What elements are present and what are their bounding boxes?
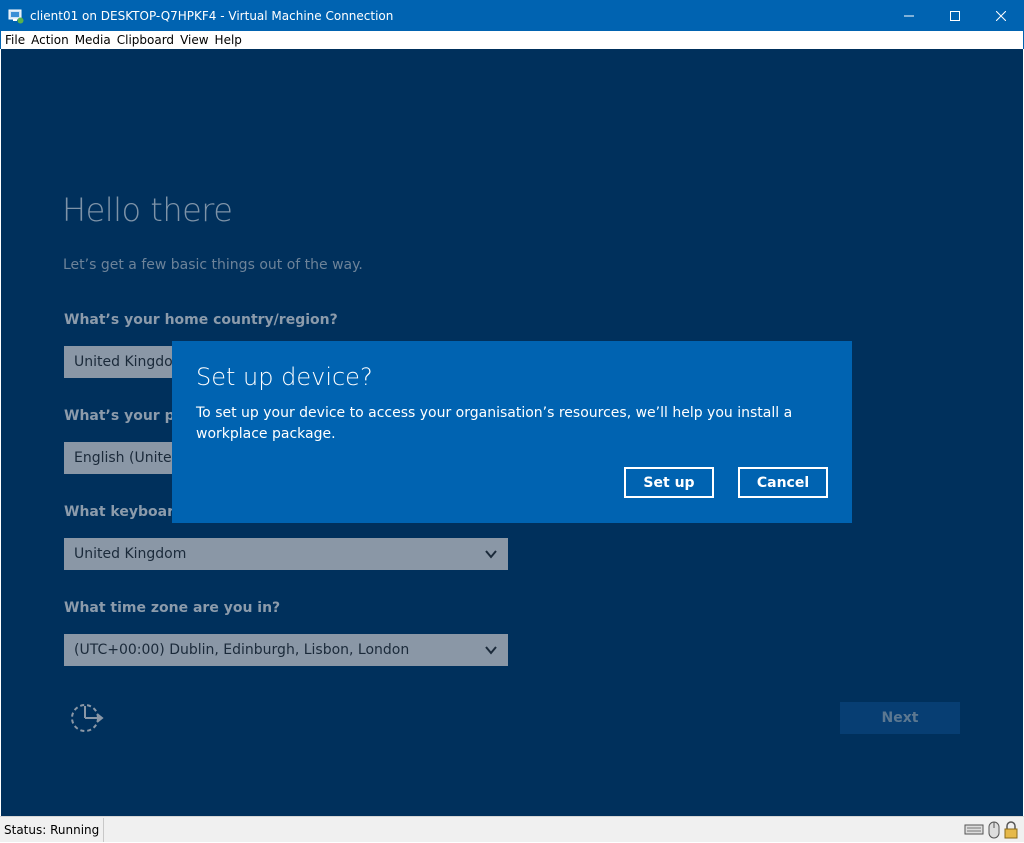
lock-icon — [1004, 821, 1018, 843]
status-tray — [964, 821, 1018, 843]
ease-of-access-icon[interactable] — [69, 702, 105, 734]
minimize-icon — [904, 15, 914, 16]
page-title: Hello there — [62, 191, 233, 229]
menu-clipboard[interactable]: Clipboard — [117, 33, 174, 47]
setup-device-dialog: Set up device? To set up your device to … — [172, 341, 852, 523]
menu-file[interactable]: File — [5, 33, 25, 47]
page-subtitle: Let’s get a few basic things out of the … — [63, 257, 363, 273]
maximize-icon — [950, 10, 960, 21]
vm-connection-icon — [8, 8, 24, 24]
country-question-label: What’s your home country/region? — [64, 312, 338, 328]
minimize-button[interactable] — [886, 0, 932, 31]
status-bar: Status: Running — [0, 816, 1024, 842]
close-icon — [996, 10, 1006, 21]
chevron-down-icon — [485, 550, 497, 559]
menu-media[interactable]: Media — [75, 33, 111, 47]
cancel-button[interactable]: Cancel — [738, 467, 828, 498]
menu-view[interactable]: View — [180, 33, 208, 47]
next-button[interactable]: Next — [840, 702, 960, 734]
dialog-title: Set up device? — [196, 363, 373, 391]
dialog-message: To set up your device to access your org… — [196, 405, 793, 442]
menu-bar: File Action Media Clipboard View Help — [0, 31, 1024, 49]
status-text: Status: Running — [0, 818, 105, 842]
timezone-dropdown[interactable]: (UTC+00:00) Dublin, Edinburgh, Lisbon, L… — [64, 634, 508, 666]
keyboard-dropdown-value: United Kingdom — [74, 546, 187, 562]
menu-help[interactable]: Help — [215, 33, 242, 47]
title-bar: client01 on DESKTOP-Q7HPKF4 - Virtual Ma… — [0, 0, 1024, 31]
maximize-button[interactable] — [932, 0, 978, 31]
timezone-dropdown-value: (UTC+00:00) Dublin, Edinburgh, Lisbon, L… — [74, 642, 410, 658]
window-title: client01 on DESKTOP-Q7HPKF4 - Virtual Ma… — [30, 8, 394, 23]
chevron-down-icon — [485, 646, 497, 655]
vm-screen[interactable]: Hello there Let’s get a few basic things… — [1, 49, 1023, 816]
timezone-question-label: What time zone are you in? — [64, 600, 281, 616]
menu-action[interactable]: Action — [31, 33, 69, 47]
keyboard-dropdown[interactable]: United Kingdom — [64, 538, 508, 570]
country-dropdown-value: United Kingdom — [74, 354, 187, 370]
set-up-button[interactable]: Set up — [624, 467, 714, 498]
window-controls — [886, 0, 1024, 31]
close-button[interactable] — [978, 0, 1024, 31]
keyboard-icon — [964, 821, 984, 843]
mouse-icon — [988, 821, 1000, 843]
